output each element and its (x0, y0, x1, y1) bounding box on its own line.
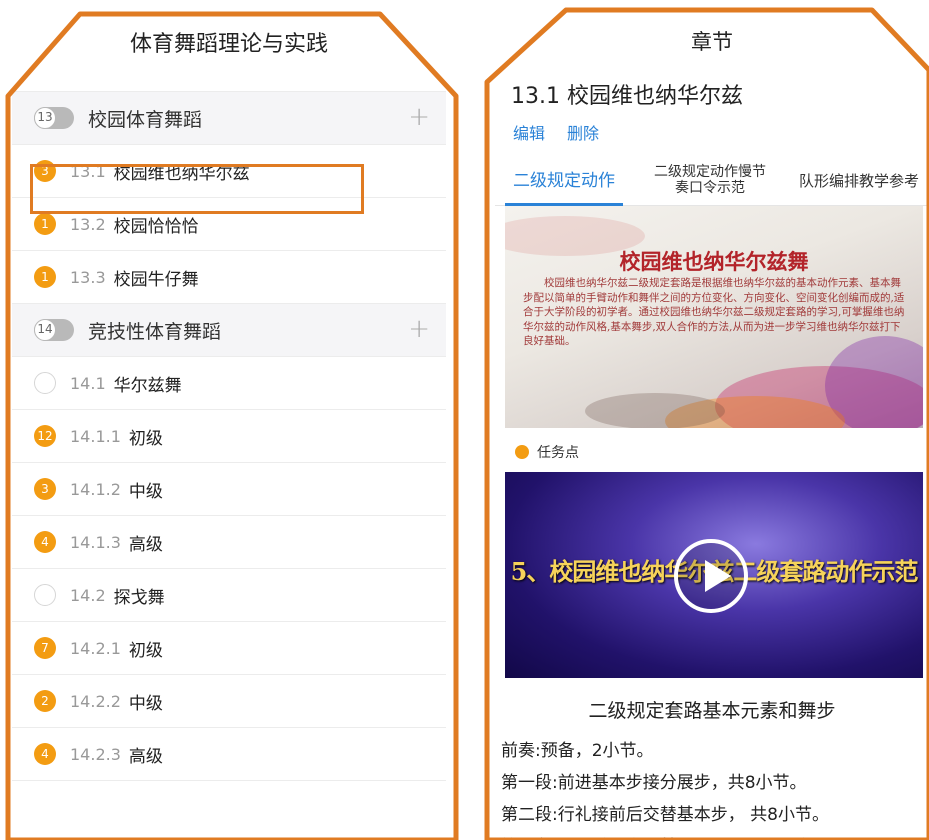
chapter-name: 13.1 校园维也纳华尔兹 (511, 84, 743, 109)
task-count-badge: 4 (34, 743, 56, 765)
item-title: 高级 (128, 746, 163, 767)
item-title: 探戈舞 (113, 587, 165, 608)
section-title: 竞技性体育舞蹈 (88, 320, 222, 343)
content-tabs: 二级规定动作 二级规定动作慢节 奏口令示范 队形编排教学参考 (495, 154, 929, 206)
list-item-13-3[interactable]: 1 13.3 校园牛仔舞 (12, 251, 446, 304)
task-count-badge: 1 (34, 266, 56, 288)
task-count-badge: 7 (34, 637, 56, 659)
page-title: 章节 (691, 30, 733, 54)
list-item-14-1-2[interactable]: 3 14.1.2 中级 (12, 463, 446, 516)
task-count-badge: 12 (34, 425, 56, 447)
section-header-14[interactable]: 14 竞技性体育舞蹈 + (12, 304, 446, 357)
empty-status-circle (34, 372, 56, 394)
course-outline-panel: 体育舞蹈理论与实践 13 校园体育舞蹈 + 3 13.1 校园维也纳华尔兹 1 … (12, 14, 446, 840)
chapter-banner-image: 校园维也纳华尔兹舞 校园维也纳华尔兹二级规定套路是根据维也纳华尔兹的基本动作元素… (505, 206, 923, 428)
section-title: 校园体育舞蹈 (88, 108, 203, 131)
item-title: 校园恰恰恰 (113, 216, 199, 237)
item-number: 14.2 (70, 585, 106, 605)
item-title: 华尔兹舞 (113, 375, 182, 396)
selected-item-highlight (30, 164, 364, 214)
list-item-partial (12, 80, 446, 92)
delete-link[interactable]: 删除 (567, 120, 599, 144)
section-collapse-toggle[interactable]: 14 (34, 319, 74, 341)
tab-formation-reference[interactable]: 队形编排教学参考 (789, 154, 929, 206)
item-title: 初级 (128, 428, 163, 449)
list-item-14-2-3[interactable]: 4 14.2.3 高级 (12, 728, 446, 781)
play-icon[interactable] (674, 539, 748, 613)
task-point-indicator: 任务点 (515, 442, 579, 462)
item-title: 中级 (128, 693, 163, 714)
chapter-detail-panel: 章节 13.1 校园维也纳华尔兹 编辑 删除 二级规定动作 二级规定动作慢节 奏… (495, 14, 929, 840)
content-line: 第三段:转体前后交替基本步接转体180度，共8 (501, 832, 856, 840)
item-title: 校园牛仔舞 (113, 269, 199, 290)
content-line: 第一段:前进基本步接分展步，共8小节。 (501, 773, 807, 793)
item-title: 中级 (128, 481, 163, 502)
tab-label-line1: 二级规定动作慢节 (654, 164, 766, 180)
item-number: 13.3 (70, 267, 106, 287)
task-dot-icon (515, 445, 529, 459)
video-player[interactable]: 5、校园维也纳华尔兹二级套路动作示范 (505, 472, 923, 678)
course-title: 体育舞蹈理论与实践 (129, 32, 328, 57)
item-title: 高级 (128, 534, 163, 555)
list-item-14-2-1[interactable]: 7 14.2.1 初级 (12, 622, 446, 675)
tab-label-line2: 奏口令示范 (675, 180, 745, 196)
edit-link[interactable]: 编辑 (513, 120, 545, 144)
item-number: 13.2 (70, 214, 106, 234)
item-title: 初级 (128, 640, 163, 661)
content-line: 第二段:行礼接前后交替基本步， 共8小节。 (501, 805, 829, 825)
item-number: 14.1.2 (70, 479, 121, 499)
list-item-14-2[interactable]: 14.2 探戈舞 (12, 569, 446, 622)
item-number: 14.2.1 (70, 638, 121, 658)
list-item-14-2-2[interactable]: 2 14.2.2 中级 (12, 675, 446, 728)
task-count-badge: 4 (34, 531, 56, 553)
section-number: 14 (34, 319, 56, 341)
section-collapse-toggle[interactable]: 13 (34, 107, 74, 129)
task-count-badge: 2 (34, 690, 56, 712)
banner-title: 校园维也纳华尔兹舞 (619, 249, 809, 274)
section-number: 13 (34, 107, 56, 129)
task-count-badge: 3 (34, 478, 56, 500)
content-line: 前奏:预备，2小节。 (501, 741, 654, 761)
task-count-badge: 1 (34, 213, 56, 235)
item-number: 14.1.1 (70, 426, 121, 446)
content-heading: 二级规定套路基本元素和舞步 (588, 700, 836, 722)
tab-slow-tempo-demo[interactable]: 二级规定动作慢节 奏口令示范 (645, 154, 775, 206)
plus-icon[interactable]: + (408, 316, 430, 342)
empty-status-circle (34, 584, 56, 606)
tab-level2-moves[interactable]: 二级规定动作 (505, 154, 623, 206)
list-item-14-1-3[interactable]: 4 14.1.3 高级 (12, 516, 446, 569)
plus-icon[interactable]: + (408, 104, 430, 130)
banner-description: 校园维也纳华尔兹二级规定套路是根据维也纳华尔兹的基本动作元素、基本舞步配以简单的… (523, 277, 905, 347)
list-item-14-1-1[interactable]: 12 14.1.1 初级 (12, 410, 446, 463)
list-item-14-1[interactable]: 14.1 华尔兹舞 (12, 357, 446, 410)
item-number: 14.2.3 (70, 744, 121, 764)
item-number: 14.2.2 (70, 691, 121, 711)
section-header-13[interactable]: 13 校园体育舞蹈 + (12, 92, 446, 145)
item-number: 14.1.3 (70, 532, 121, 552)
task-label: 任务点 (537, 445, 579, 461)
item-number: 14.1 (70, 373, 106, 393)
